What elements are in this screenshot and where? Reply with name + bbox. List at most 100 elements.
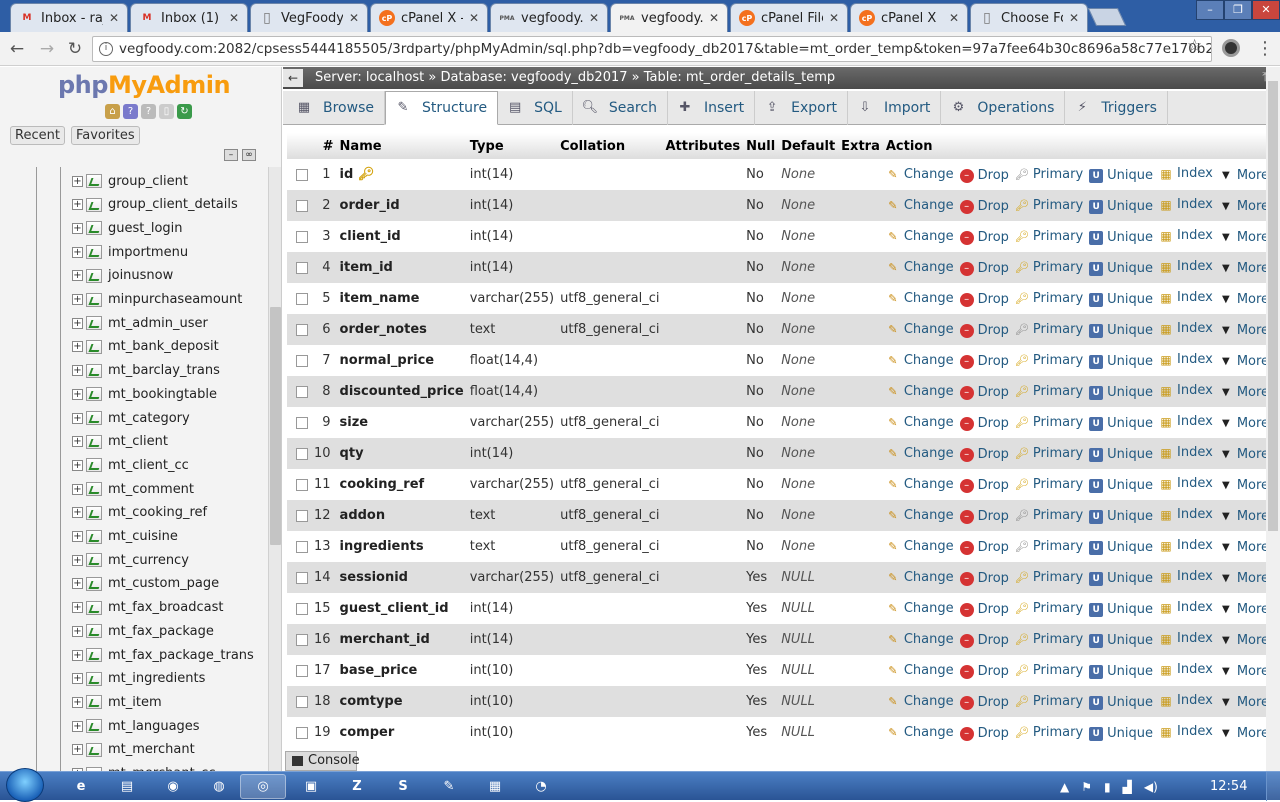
more-action[interactable]: ▼ More	[1219, 385, 1269, 400]
more-action[interactable]: ▼ More	[1219, 168, 1269, 183]
expand-icon[interactable]: +	[72, 365, 83, 377]
browser-tab[interactable]: PMA vegfoody.c ✕	[490, 3, 608, 32]
unique-action[interactable]: U Unique	[1089, 385, 1153, 400]
index-action[interactable]: ▦ Index	[1159, 383, 1212, 398]
row-checkbox[interactable]	[296, 540, 308, 553]
more-action[interactable]: ▼ More	[1219, 664, 1269, 679]
primary-action[interactable]: 🔑︎ Primary	[1015, 167, 1083, 182]
drop-action[interactable]: – Drop	[959, 230, 1009, 245]
more-action[interactable]: ▼ More	[1219, 261, 1269, 276]
expand-icon[interactable]: +	[72, 625, 83, 637]
extension-icon[interactable]	[1222, 39, 1240, 57]
expand-icon[interactable]: +	[72, 317, 83, 329]
row-checkbox[interactable]	[296, 571, 308, 584]
column-header[interactable]: #	[311, 133, 337, 159]
sidebar-item-mt_custom_page[interactable]: + mt_custom_page	[72, 573, 219, 595]
change-action[interactable]: ✎ Change	[886, 260, 953, 275]
sidebar-item-importmenu[interactable]: + importmenu	[72, 241, 188, 263]
sidebar-item-group_client[interactable]: + group_client	[72, 170, 188, 192]
tab-browse[interactable]: ▦ Browse	[287, 91, 385, 125]
expand-icon[interactable]: +	[72, 199, 83, 211]
index-action[interactable]: ▦ Index	[1159, 693, 1212, 708]
column-header[interactable]: Name	[336, 133, 467, 159]
index-action[interactable]: ▦ Index	[1159, 569, 1212, 584]
primary-action[interactable]: 🔑︎ Primary	[1015, 229, 1083, 244]
index-action[interactable]: ▦ Index	[1159, 197, 1212, 212]
drop-action[interactable]: – Drop	[959, 633, 1009, 648]
primary-action[interactable]: 🔑︎ Primary	[1015, 694, 1083, 709]
browser-tab[interactable]: cP cPanel File ✕	[730, 3, 848, 32]
row-checkbox[interactable]	[296, 323, 308, 336]
expand-icon[interactable]: +	[72, 483, 83, 495]
unique-action[interactable]: U Unique	[1089, 168, 1153, 183]
more-action[interactable]: ▼ More	[1219, 726, 1269, 741]
primary-action[interactable]: 🔑︎ Primary	[1015, 539, 1083, 554]
more-action[interactable]: ▼ More	[1219, 540, 1269, 555]
column-header[interactable]: Collation	[557, 133, 663, 159]
notes-icon[interactable]: ▦	[472, 774, 518, 799]
show-desktop-button[interactable]	[1266, 772, 1280, 801]
expand-icon[interactable]: +	[72, 554, 83, 566]
change-action[interactable]: ✎ Change	[886, 508, 953, 523]
row-checkbox[interactable]	[296, 199, 308, 212]
expand-icon[interactable]: +	[72, 459, 83, 471]
change-action[interactable]: ✎ Change	[886, 198, 953, 213]
close-tab-icon[interactable]: ✕	[469, 11, 479, 25]
column-header[interactable]: Attributes	[662, 133, 744, 159]
help-icon[interactable]: ?	[141, 104, 156, 119]
maximize-button[interactable]: ❐	[1224, 0, 1252, 20]
change-action[interactable]: ✎ Change	[886, 415, 953, 430]
sidebar-item-mt_fax_package[interactable]: + mt_fax_package	[72, 620, 214, 642]
close-tab-icon[interactable]: ✕	[589, 11, 599, 25]
primary-action[interactable]: 🔑︎ Primary	[1015, 446, 1083, 461]
more-action[interactable]: ▼ More	[1219, 602, 1269, 617]
drop-action[interactable]: – Drop	[959, 571, 1009, 586]
drop-action[interactable]: – Drop	[959, 261, 1009, 276]
expand-icon[interactable]: +	[72, 388, 83, 400]
new-tab-button[interactable]	[1087, 8, 1127, 26]
tab-import[interactable]: ⇩ Import	[848, 91, 942, 125]
tab-structure[interactable]: ✎ Structure	[384, 91, 499, 125]
row-checkbox[interactable]	[296, 416, 308, 429]
paint-icon[interactable]: ◔	[518, 774, 564, 799]
index-action[interactable]: ▦ Index	[1159, 600, 1212, 615]
row-checkbox[interactable]	[296, 354, 308, 367]
back-arrow-icon[interactable]: ←	[6, 38, 28, 60]
change-action[interactable]: ✎ Change	[886, 694, 953, 709]
expand-icon[interactable]: +	[72, 720, 83, 732]
console-button[interactable]: Console	[285, 751, 360, 771]
row-checkbox[interactable]	[296, 261, 308, 274]
sidebar-item-mt_bank_deposit[interactable]: + mt_bank_deposit	[72, 336, 219, 358]
primary-action[interactable]: 🔑︎ Primary	[1015, 508, 1083, 523]
row-checkbox[interactable]	[296, 664, 308, 677]
minimize-button[interactable]: –	[1196, 0, 1224, 20]
change-action[interactable]: ✎ Change	[886, 663, 953, 678]
browser-tab[interactable]: M Inbox (1) - ✕	[130, 3, 248, 32]
close-tab-icon[interactable]: ✕	[949, 11, 959, 25]
sidebar-item-mt_cuisine[interactable]: + mt_cuisine	[72, 526, 178, 548]
more-action[interactable]: ▼ More	[1219, 571, 1269, 586]
sidebar-item-mt_fax_broadcast[interactable]: + mt_fax_broadcast	[72, 597, 223, 619]
unique-action[interactable]: U Unique	[1089, 416, 1153, 431]
home-icon[interactable]: ⌂	[105, 104, 120, 119]
change-action[interactable]: ✎ Change	[886, 167, 953, 182]
expand-icon[interactable]: +	[72, 649, 83, 661]
unique-action[interactable]: U Unique	[1089, 478, 1153, 493]
drop-action[interactable]: – Drop	[959, 726, 1009, 741]
browser-tab[interactable]: PMA vegfoody.c ✕	[610, 3, 728, 32]
primary-action[interactable]: 🔑︎ Primary	[1015, 601, 1083, 616]
row-checkbox[interactable]	[296, 478, 308, 491]
drop-action[interactable]: – Drop	[959, 664, 1009, 679]
change-action[interactable]: ✎ Change	[886, 353, 953, 368]
expand-icon[interactable]: +	[72, 578, 83, 590]
sidebar-item-mt_client_cc[interactable]: + mt_client_cc	[72, 454, 189, 476]
close-tab-icon[interactable]: ✕	[109, 11, 119, 25]
unique-action[interactable]: U Unique	[1089, 354, 1153, 369]
primary-action[interactable]: 🔑︎ Primary	[1015, 260, 1083, 275]
sidebar-item-guest_login[interactable]: + guest_login	[72, 217, 183, 239]
more-action[interactable]: ▼ More	[1219, 230, 1269, 245]
more-action[interactable]: ▼ More	[1219, 292, 1269, 307]
browser-tab[interactable]: cP cPanel X - ✕	[370, 3, 488, 32]
change-action[interactable]: ✎ Change	[886, 229, 953, 244]
start-button[interactable]	[6, 768, 44, 802]
